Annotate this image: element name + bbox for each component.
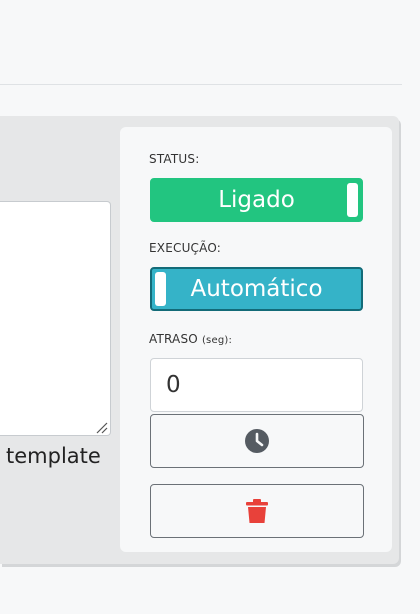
delete-button[interactable]: [150, 484, 364, 538]
status-toggle[interactable]: Ligado: [150, 178, 363, 222]
execution-toggle-knob[interactable]: [155, 272, 166, 306]
status-label: STATUS:: [149, 152, 200, 166]
delay-label-main: ATRASO: [149, 332, 198, 346]
delay-seconds-input[interactable]: [150, 358, 363, 412]
delay-label-unit: (seg):: [201, 335, 233, 346]
execution-label: EXECUÇÃO:: [149, 241, 222, 255]
resize-grip-icon[interactable]: [94, 419, 108, 434]
header-divider: [0, 84, 402, 85]
execution-toggle-text: Automático: [190, 276, 323, 302]
execution-toggle[interactable]: Automático: [150, 267, 363, 311]
delay-label: ATRASO (seg):: [149, 332, 232, 346]
status-toggle-text: Ligado: [218, 187, 295, 213]
schedule-button[interactable]: [150, 414, 364, 468]
message-textarea[interactable]: [0, 201, 111, 436]
status-toggle-knob[interactable]: [347, 183, 358, 217]
clock-icon: [244, 428, 270, 454]
template-link-text: template: [6, 444, 101, 468]
trash-icon: [245, 498, 269, 524]
